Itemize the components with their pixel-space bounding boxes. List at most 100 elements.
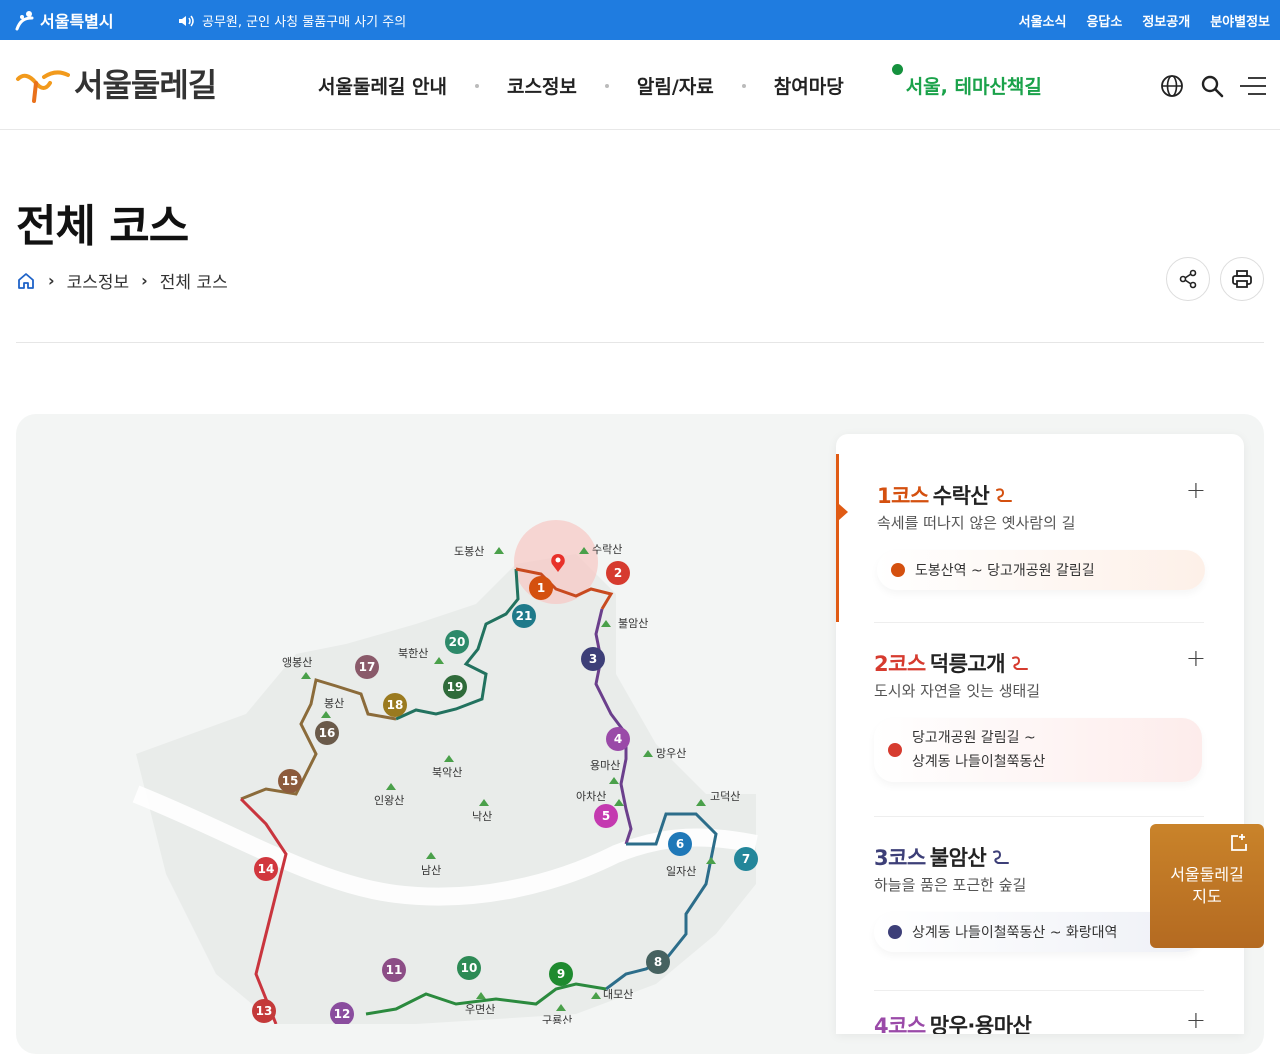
speaker-icon — [179, 15, 194, 26]
svg-text:21: 21 — [516, 609, 533, 623]
nav-theme-walk-label: 서울, 테마산책길 — [905, 76, 1042, 98]
course-name: 망우·용마산 — [929, 1014, 1032, 1034]
course-badge-21[interactable]: 21 — [512, 604, 536, 628]
course-badge-16[interactable]: 16 — [315, 721, 339, 745]
course-badge-5[interactable]: 5 — [594, 804, 618, 828]
svg-text:20: 20 — [449, 635, 466, 649]
course-badge-1[interactable]: 1 — [529, 576, 553, 600]
course-badge-20[interactable]: 20 — [445, 630, 469, 654]
trail-squiggle-icon — [1012, 656, 1029, 670]
course-badge-2[interactable]: 2 — [606, 561, 630, 585]
route-dot — [888, 925, 902, 939]
nav-notice-data[interactable]: 알림/자료 — [637, 72, 714, 99]
course-badge-9[interactable]: 9 — [549, 962, 573, 986]
main-nav: 서울둘레길 안내 코스정보 알림/자료 참여마당 서울, 테마산책길 — [318, 64, 1042, 99]
label-achasan: 아차산 — [576, 790, 606, 803]
svg-text:9: 9 — [557, 967, 565, 981]
route-text: 도봉산역 ~ 당고개공원 갈림길 — [915, 563, 1095, 579]
course-name: 수락산 — [932, 484, 990, 508]
course-number: 2코스 — [874, 652, 926, 676]
breadcrumb-course-info[interactable]: 코스정보 — [67, 268, 130, 293]
course-badge-7[interactable]: 7 — [734, 847, 758, 871]
course-badge-18[interactable]: 18 — [383, 693, 407, 717]
seoul-city-logo[interactable]: 서울특별시 — [14, 8, 114, 32]
label-bongsan: 봉산 — [324, 697, 344, 710]
page-actions — [1166, 257, 1264, 301]
course-subtitle: 하늘을 품은 포근한 숲길 — [874, 876, 1027, 894]
breadcrumb-all-course[interactable]: 전체 코스 — [160, 268, 228, 293]
course-item-2[interactable]: 2코스 덕릉고개 + 도시와 자연을 잇는 생태길 당고개공원 갈림길 ~ 상계… — [836, 624, 1244, 814]
course-badge-11[interactable]: 11 — [382, 958, 406, 982]
label-aengbongsan: 앵봉산 — [282, 656, 312, 669]
nav-separator — [741, 83, 746, 88]
course-number: 1코스 — [877, 484, 929, 508]
course-badge-17[interactable]: 17 — [355, 655, 379, 679]
search-icon[interactable] — [1200, 74, 1224, 98]
nav-separator — [604, 83, 609, 88]
trail-map-button[interactable]: 서울둘레길 지도 — [1150, 824, 1264, 948]
globe-icon[interactable] — [1160, 74, 1184, 98]
course-title: 2코스 덕릉고개 — [874, 648, 1031, 678]
chevron-right-icon: › — [48, 271, 55, 290]
gov-notice[interactable]: 공무원, 군인 사칭 물품구매 사기 주의 — [178, 11, 406, 30]
svg-text:1: 1 — [537, 581, 545, 595]
seoul-trail-map[interactable]: 도봉산 수락산 불암산 북한산 앵봉산 봉산 북악산 인왕산 낙산 남산 용마산… — [16, 414, 836, 1024]
svg-text:18: 18 — [387, 698, 404, 712]
title-divider — [16, 342, 1264, 343]
course-item-4[interactable]: 4코스 망우·용마산 + — [836, 994, 1244, 1034]
course-badge-10[interactable]: 10 — [457, 956, 481, 980]
svg-text:5: 5 — [602, 809, 610, 823]
svg-text:11: 11 — [386, 963, 403, 977]
label-yongmasan: 용마산 — [590, 759, 620, 772]
home-icon[interactable] — [16, 271, 36, 291]
svg-text:4: 4 — [614, 732, 622, 746]
expand-plus-icon[interactable]: + — [1186, 644, 1206, 672]
nav-guide[interactable]: 서울둘레길 안내 — [318, 72, 447, 99]
route-dot — [891, 563, 905, 577]
nav-course-info[interactable]: 코스정보 — [507, 72, 577, 99]
label-godeoksan: 고덕산 — [710, 790, 740, 803]
nav-participation[interactable]: 참여마당 — [774, 72, 844, 99]
route-text-line2: 상계동 나들이철쭉동산 — [912, 754, 1046, 770]
header-tools — [1160, 74, 1266, 98]
course-badge-3[interactable]: 3 — [581, 647, 605, 671]
course-badge-15[interactable]: 15 — [278, 769, 302, 793]
course-badge-19[interactable]: 19 — [443, 675, 467, 699]
gov-link-field-info[interactable]: 분야별정보 — [1210, 11, 1270, 30]
label-dobongsan: 도봉산 — [454, 545, 484, 558]
menu-icon[interactable] — [1240, 74, 1266, 98]
svg-text:14: 14 — [258, 862, 275, 876]
course-title: 3코스 불암산 — [874, 842, 1012, 872]
label-daemosan: 대모산 — [603, 988, 633, 1001]
course-badge-13[interactable]: 13 — [252, 999, 276, 1023]
expand-plus-icon[interactable]: + — [1186, 476, 1206, 504]
course-badge-14[interactable]: 14 — [254, 857, 278, 881]
share-button[interactable] — [1166, 257, 1210, 301]
label-bukhansan: 북한산 — [398, 647, 428, 660]
svg-text:16: 16 — [319, 726, 336, 740]
gov-link-news[interactable]: 서울소식 — [1019, 11, 1067, 30]
label-buramsan: 불암산 — [618, 617, 648, 630]
gov-top-bar: 서울특별시 공무원, 군인 사칭 물품구매 사기 주의 서울소식 응답소 정보공… — [0, 0, 1280, 40]
gov-link-info-disclosure[interactable]: 정보공개 — [1142, 11, 1190, 30]
print-button[interactable] — [1220, 257, 1264, 301]
course-divider — [874, 816, 1204, 817]
label-suraksan: 수락산 — [592, 543, 622, 556]
course-badge-4[interactable]: 4 — [606, 727, 630, 751]
course-badge-8[interactable]: 8 — [646, 950, 670, 974]
course-item-1[interactable]: 1코스 수락산 + 속세를 떠나지 않은 옛사람의 길 도봉산역 ~ 당고개공원… — [836, 454, 1244, 622]
course-title: 1코스 수락산 — [877, 480, 1015, 510]
course-route: 당고개공원 갈림길 ~ 상계동 나들이철쭉동산 — [874, 718, 1202, 782]
chevron-right-icon: › — [141, 271, 148, 290]
course-number: 3코스 — [874, 846, 926, 870]
trail-map-button-label: 서울둘레길 지도 — [1150, 864, 1264, 908]
gov-link-eungdapso[interactable]: 응답소 — [1086, 11, 1122, 30]
label-iljasan: 일자산 — [666, 864, 696, 878]
course-badge-6[interactable]: 6 — [668, 832, 692, 856]
brand-logo[interactable]: 서울둘레길 — [14, 60, 217, 106]
expand-plus-icon[interactable]: + — [1186, 1006, 1206, 1034]
course-subtitle: 속세를 떠나지 않은 옛사람의 길 — [877, 514, 1076, 532]
nav-theme-walk[interactable]: 서울, 테마산책길 — [891, 64, 1042, 99]
label-naksan: 낙산 — [472, 810, 492, 823]
course-subtitle: 도시와 자연을 잇는 생태길 — [874, 682, 1041, 700]
